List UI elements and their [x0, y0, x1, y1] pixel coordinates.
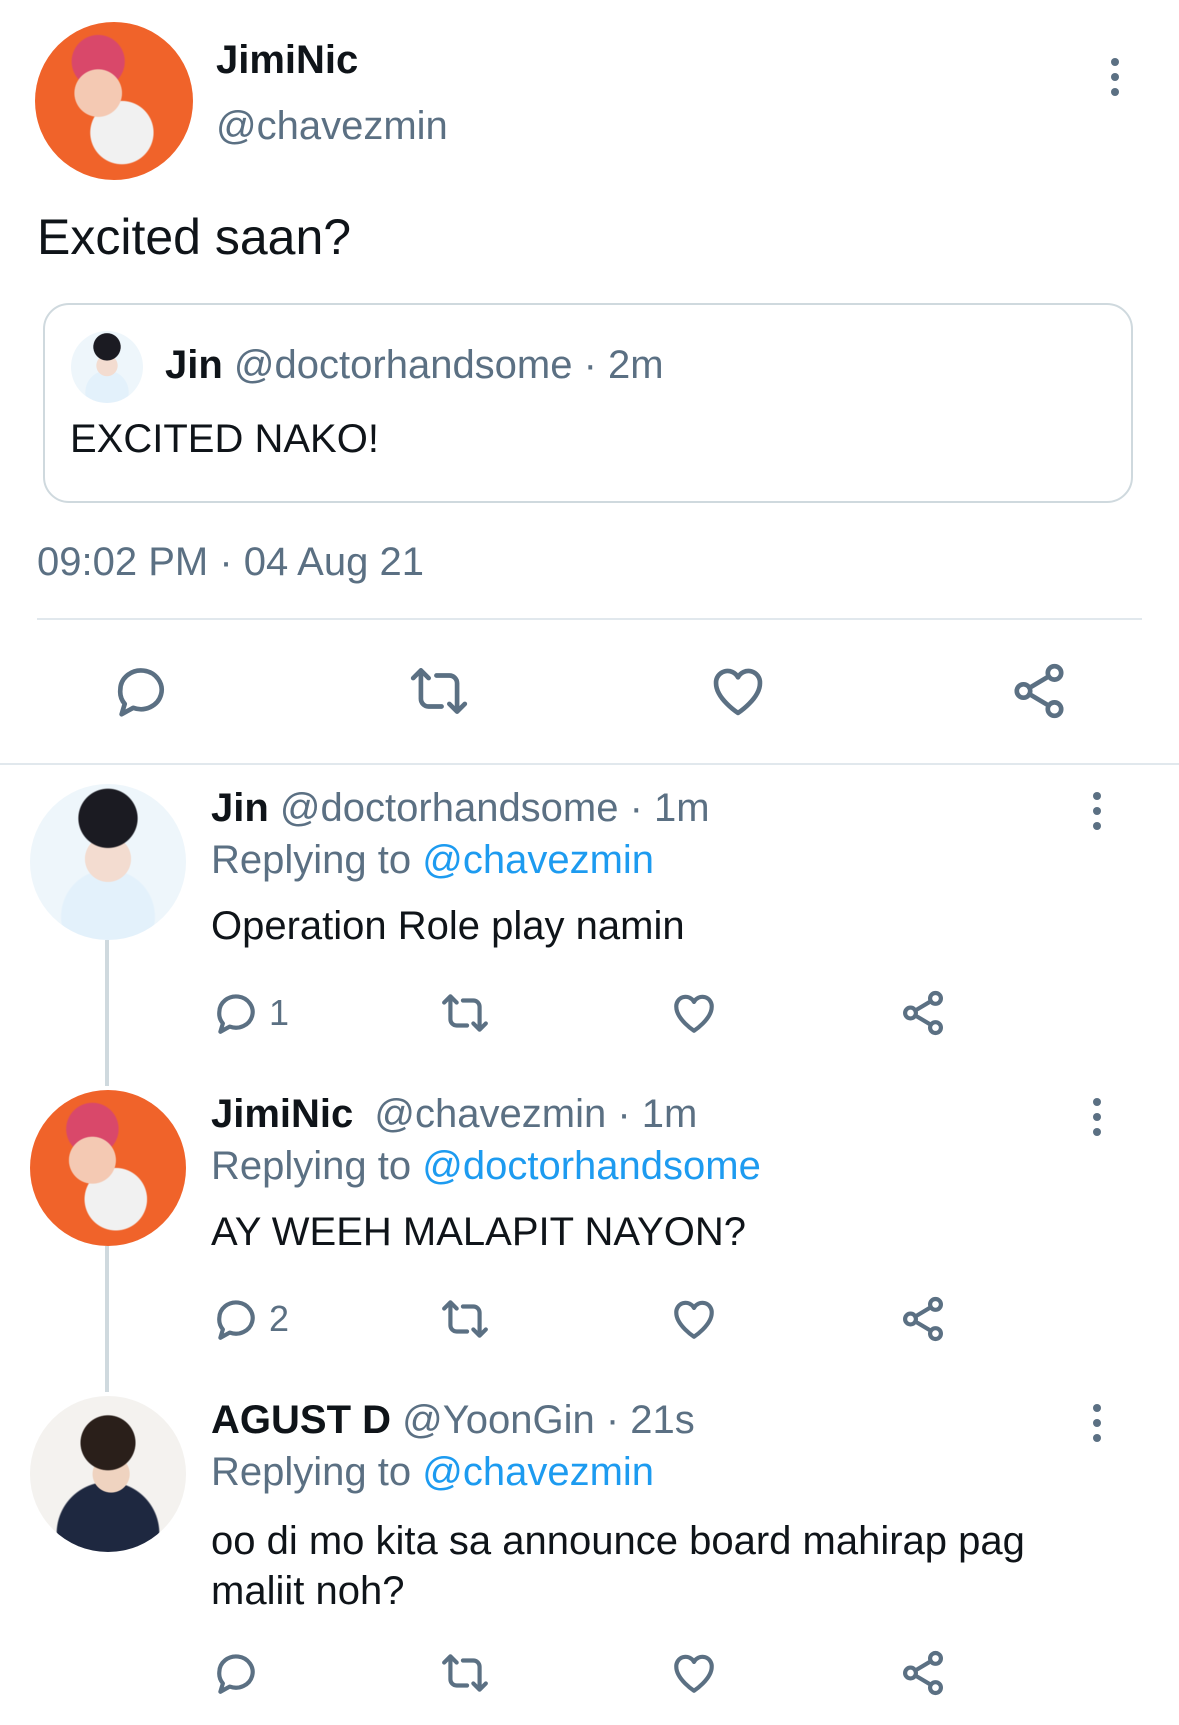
thread-line: [105, 940, 109, 1086]
replying-prefix: Replying to: [211, 1450, 412, 1494]
retweet-button[interactable]: [405, 660, 473, 727]
reply-count: 1: [269, 992, 290, 1033]
reply-display-name[interactable]: JimiNic: [211, 1092, 353, 1136]
reply-button[interactable]: 2: [211, 1294, 289, 1344]
quoted-header: Jin @doctorhandsome · 2m: [165, 343, 664, 388]
replying-to-link[interactable]: @chavezmin: [422, 1450, 654, 1494]
retweet-icon: [442, 994, 488, 1032]
quoted-display-name: Jin: [165, 343, 223, 387]
reply-text: Operation Role play namin: [211, 904, 685, 948]
reply-button[interactable]: [211, 1648, 261, 1703]
replying-to-line: Replying to @chavezmin: [211, 1450, 654, 1495]
more-vertical-icon[interactable]: [1092, 1098, 1102, 1136]
quoted-text: EXCITED NAKO!: [70, 417, 379, 461]
reply-avatar[interactable]: [30, 1396, 186, 1552]
share-icon: [903, 1650, 943, 1696]
more-vertical-icon[interactable]: [1110, 58, 1120, 96]
reply-avatar[interactable]: [30, 1090, 186, 1246]
reply-text: oo di mo kita sa announce board mahirap …: [211, 1519, 1025, 1613]
heart-icon: [713, 668, 763, 716]
reply-icon: [217, 994, 255, 1034]
replying-prefix: Replying to: [211, 838, 412, 882]
reply-display-name[interactable]: AGUST D: [211, 1398, 391, 1442]
reply-button[interactable]: [110, 660, 172, 727]
like-button[interactable]: [707, 660, 769, 727]
thread-line: [105, 1246, 109, 1392]
share-button[interactable]: [898, 1294, 948, 1349]
replying-to-link[interactable]: @chavezmin: [422, 838, 654, 882]
reply-handle[interactable]: @doctorhandsome: [280, 786, 619, 830]
quoted-time: · 2m: [583, 343, 664, 387]
tweet-text: Excited saan?: [37, 209, 352, 265]
retweet-button[interactable]: [437, 988, 493, 1043]
reply-icon: [117, 668, 164, 717]
share-icon: [903, 990, 943, 1036]
reply-time: · 1m: [629, 786, 710, 830]
more-vertical-icon[interactable]: [1092, 1404, 1102, 1442]
reply-time: · 21s: [605, 1398, 695, 1442]
share-button[interactable]: [898, 988, 948, 1043]
reply-avatar[interactable]: [30, 784, 186, 940]
author-avatar[interactable]: [35, 22, 193, 180]
reply-header: AGUST D @YoonGin · 21s: [211, 1398, 695, 1443]
more-vertical-icon[interactable]: [1092, 792, 1102, 830]
quoted-handle: @doctorhandsome: [233, 343, 573, 387]
like-button[interactable]: [669, 1294, 719, 1349]
quoted-tweet-card[interactable]: Jin @doctorhandsome · 2m EXCITED NAKO!: [43, 303, 1133, 503]
retweet-icon: [442, 1300, 488, 1338]
author-handle[interactable]: @chavezmin: [216, 104, 448, 149]
replying-prefix: Replying to: [211, 1144, 412, 1188]
heart-icon: [674, 994, 714, 1033]
like-button[interactable]: [669, 988, 719, 1043]
retweet-icon: [442, 1654, 488, 1692]
share-button[interactable]: [1008, 660, 1070, 727]
heart-icon: [674, 1654, 714, 1693]
like-button[interactable]: [669, 1648, 719, 1703]
replying-to-line: Replying to @chavezmin: [211, 838, 654, 883]
reply-button[interactable]: 1: [211, 988, 289, 1038]
heart-icon: [674, 1300, 714, 1339]
reply-text: AY WEEH MALAPIT NAYON?: [211, 1210, 746, 1254]
tweet-timestamp: 09:02 PM · 04 Aug 21: [37, 540, 424, 584]
share-button[interactable]: [898, 1648, 948, 1703]
retweet-icon: [410, 668, 468, 714]
retweet-button[interactable]: [437, 1648, 493, 1703]
quoted-avatar: [71, 331, 143, 403]
replying-to-link[interactable]: @doctorhandsome: [422, 1144, 761, 1188]
reply-icon: [217, 1300, 255, 1340]
reply-count: 2: [269, 1298, 290, 1339]
reply-display-name[interactable]: Jin: [211, 786, 269, 830]
retweet-button[interactable]: [437, 1294, 493, 1349]
divider: [37, 618, 1142, 620]
reply-header: JimiNic @chavezmin · 1m: [211, 1092, 697, 1137]
section-divider: [0, 763, 1179, 765]
reply-icon: [217, 1654, 255, 1694]
reply-time: · 1m: [617, 1092, 698, 1136]
reply-header: Jin @doctorhandsome · 1m: [211, 786, 710, 831]
reply-handle[interactable]: @YoonGin: [402, 1398, 595, 1442]
reply-handle[interactable]: @chavezmin: [374, 1092, 606, 1136]
share-icon: [903, 1296, 943, 1342]
author-display-name[interactable]: JimiNic: [216, 38, 358, 83]
share-icon: [1014, 663, 1064, 719]
replying-to-line: Replying to @doctorhandsome: [211, 1144, 761, 1189]
